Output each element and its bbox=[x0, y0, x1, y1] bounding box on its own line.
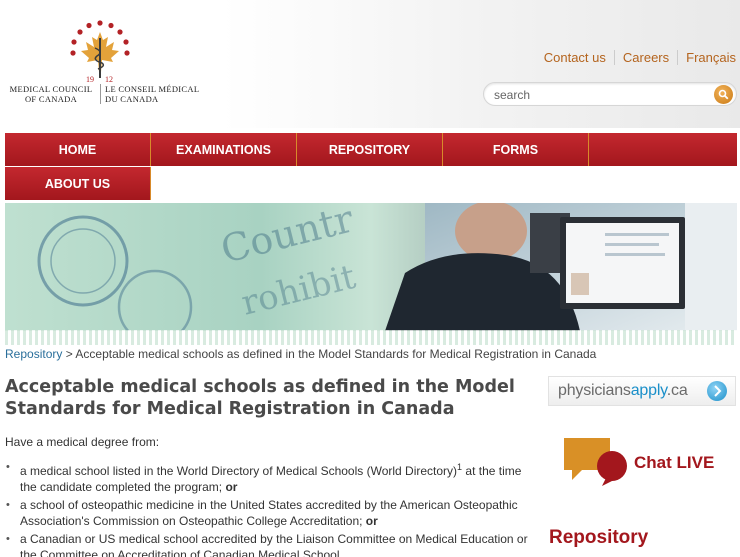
breadcrumb-current: Acceptable medical schools as defined in… bbox=[75, 347, 597, 361]
search-input[interactable] bbox=[494, 86, 704, 103]
careers-link[interactable]: Careers bbox=[613, 50, 677, 65]
nav-home[interactable]: HOME bbox=[5, 133, 151, 166]
criteria-list: a medical school listed in the World Dir… bbox=[5, 459, 535, 557]
banner-photo: Countr rohibit bbox=[5, 203, 737, 331]
nav-examinations[interactable]: EXAMINATIONS bbox=[151, 133, 297, 166]
list-item-text: a school of osteopathic medicine in the … bbox=[20, 498, 518, 528]
list-item: a Canadian or US medical school accredit… bbox=[5, 531, 535, 557]
logo-en-line1: MEDICAL COUNCIL bbox=[9, 84, 93, 94]
physicians-apply-banner[interactable]: physiciansapply.ca bbox=[548, 376, 736, 406]
breadcrumb-repository-link[interactable]: Repository bbox=[5, 347, 62, 361]
nav-about-us[interactable]: ABOUT US bbox=[5, 167, 151, 200]
logo-text-french: LE CONSEIL MÉDICAL DU CANADA bbox=[100, 84, 208, 104]
main-navigation: HOME EXAMINATIONS REPOSITORY FORMS ABOUT… bbox=[5, 133, 737, 201]
search-icon bbox=[718, 89, 729, 100]
page-title: Acceptable medical schools as defined in… bbox=[5, 377, 515, 419]
banner-pattern-strip bbox=[5, 330, 737, 345]
logo-text-english: MEDICAL COUNCIL OF CANADA bbox=[4, 84, 98, 104]
list-item-text: a Canadian or US medical school accredit… bbox=[20, 532, 528, 557]
list-item-conjunction: or bbox=[225, 480, 238, 494]
list-item: a medical school listed in the World Dir… bbox=[5, 459, 535, 495]
maple-leaf-emblem-icon: 19 12 bbox=[70, 20, 130, 84]
nav-bar-fill bbox=[589, 133, 737, 166]
utility-links: Contact us Careers Français bbox=[536, 50, 736, 65]
logo-fr-line2: DU CANADA bbox=[105, 94, 159, 104]
chat-live-widget[interactable]: Chat LIVE bbox=[562, 436, 738, 488]
chat-bubbles-icon bbox=[564, 438, 627, 486]
arrow-right-icon bbox=[707, 381, 727, 401]
logo-en-line2: OF CANADA bbox=[24, 94, 78, 104]
nav-repository[interactable]: REPOSITORY bbox=[297, 133, 443, 166]
list-item-conjunction: or bbox=[365, 514, 378, 528]
list-item: a school of osteopathic medicine in the … bbox=[5, 497, 535, 529]
search-button[interactable] bbox=[714, 85, 733, 104]
search-box bbox=[483, 82, 737, 106]
contact-us-link[interactable]: Contact us bbox=[536, 50, 614, 65]
language-toggle-link[interactable]: Français bbox=[677, 50, 736, 65]
year-left: 19 bbox=[86, 75, 94, 84]
logo-fr-line1: LE CONSEIL MÉDICAL bbox=[105, 84, 200, 94]
breadcrumb: Repository > Acceptable medical schools … bbox=[5, 347, 596, 361]
mcc-logo[interactable]: 19 12 MEDICAL COUNCIL OF CANADA LE CONSE… bbox=[4, 16, 209, 112]
breadcrumb-separator: > bbox=[65, 347, 73, 361]
hero-banner-image: Countr rohibit bbox=[5, 203, 737, 331]
list-item-text: a medical school listed in the World Dir… bbox=[20, 464, 458, 478]
chat-live-label: Chat LIVE bbox=[634, 453, 715, 472]
year-right: 12 bbox=[105, 75, 113, 84]
sidebar-repository-heading: Repository bbox=[549, 527, 649, 548]
nav-forms[interactable]: FORMS bbox=[443, 133, 589, 166]
site-header: 19 12 MEDICAL COUNCIL OF CANADA LE CONSE… bbox=[0, 0, 740, 128]
intro-text: Have a medical degree from: bbox=[5, 435, 160, 449]
physicians-apply-label: physiciansapply.ca bbox=[558, 382, 688, 399]
